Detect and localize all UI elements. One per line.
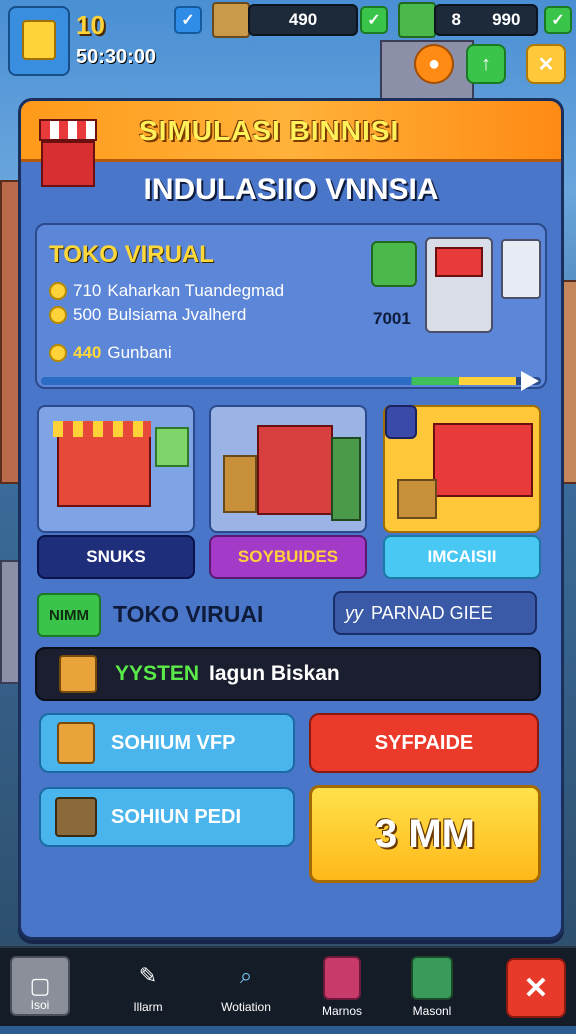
category-label[interactable]: SNUKS bbox=[37, 535, 195, 579]
nav-label: Marnos bbox=[321, 1004, 362, 1018]
store-stat-box: yy PARNAD GIEE bbox=[333, 591, 537, 635]
close-hud-button[interactable]: ✕ bbox=[526, 44, 566, 84]
nav-label: Wotiation bbox=[221, 1000, 271, 1014]
store-badge: NIMM bbox=[37, 593, 101, 637]
info-line: 500 Bulsiama Jvalherd bbox=[49, 305, 246, 325]
check-icon[interactable]: ✓ bbox=[544, 6, 572, 34]
sohium-vfp-button[interactable]: SOHIUM VFP bbox=[39, 713, 295, 773]
category-soybuides[interactable]: SOYBUIDES bbox=[209, 405, 367, 583]
syfpaide-button[interactable]: SYFPAIDE bbox=[309, 713, 539, 773]
category-image bbox=[383, 405, 541, 533]
nav-item-isoi[interactable]: ▢ Isoi bbox=[4, 956, 76, 1022]
category-imcaisii[interactable]: IMCAISII bbox=[383, 405, 541, 583]
search-icon: ⌕ bbox=[239, 963, 253, 988]
system-highlight: YYSTEN bbox=[115, 662, 200, 685]
check-icon[interactable]: ✓ bbox=[360, 6, 388, 34]
progress-bar bbox=[41, 377, 541, 385]
coin-icon bbox=[49, 306, 67, 324]
panel-title: SIMULASI BINNISI bbox=[139, 115, 400, 146]
progress-fill bbox=[41, 377, 516, 385]
resource2-box: 8 990 bbox=[434, 4, 538, 36]
close-button[interactable]: ✕ bbox=[506, 958, 566, 1018]
info-value: 440 bbox=[73, 343, 102, 362]
info-line: 440 Gunbani bbox=[49, 343, 172, 363]
coin-icon bbox=[49, 344, 67, 362]
info-text: Bulsiama Jvalherd bbox=[107, 305, 247, 324]
store-name: TOKO VIRUAI bbox=[113, 601, 264, 627]
info-text: Gunbani bbox=[107, 343, 172, 362]
resource1-value: 490 bbox=[288, 10, 318, 29]
info-text: Kaharkan Tuandegmad bbox=[107, 281, 285, 300]
box-icon bbox=[59, 655, 97, 693]
upgrade-button[interactable]: ↑ bbox=[466, 44, 506, 84]
info-value: 500 bbox=[73, 305, 102, 324]
category-image bbox=[37, 405, 195, 533]
button-label: SOHIUN PEDI bbox=[111, 805, 242, 828]
category-label[interactable]: IMCAISII bbox=[383, 535, 541, 579]
card-icon bbox=[323, 956, 361, 1000]
business-panel: SIMULASI BINNISI INDULASIIO VNNSIA TOKO … bbox=[18, 98, 564, 940]
nav-label: Masonl bbox=[412, 1004, 452, 1018]
buy-3mm-button[interactable]: 3 MM bbox=[309, 785, 541, 883]
stat-prefix: yy bbox=[345, 602, 363, 623]
nav-item-illarm[interactable]: ✎ Illarm bbox=[112, 956, 184, 1022]
coin-button[interactable]: ● bbox=[414, 44, 454, 84]
system-text: Iagun Biskan bbox=[209, 662, 340, 685]
top-hud: 10 50:30:00 ✓ 490 ✓ 8 990 ✓ ● ↑ ✕ bbox=[0, 0, 576, 96]
info-value: 710 bbox=[73, 281, 102, 300]
register-icon bbox=[425, 237, 493, 333]
player-avatar[interactable] bbox=[8, 6, 70, 76]
level-number: 10 bbox=[76, 10, 105, 40]
nav-item-masonl[interactable]: Masonl bbox=[396, 956, 468, 1022]
nav-item-wotiation[interactable]: ⌕ Wotiation bbox=[210, 956, 282, 1022]
treasure-icon bbox=[55, 797, 97, 837]
coin-icon bbox=[49, 282, 67, 300]
store-info-card: TOKO VIRUAL 710 Kaharkan Tuandegmad 500 … bbox=[35, 223, 547, 391]
resource2-b: 990 bbox=[492, 10, 521, 29]
resource2-a: 8 bbox=[451, 10, 461, 29]
category-label[interactable]: SOYBUIDES bbox=[209, 535, 367, 579]
button-label: 3 MM bbox=[375, 811, 475, 856]
shop-icon bbox=[22, 20, 56, 60]
cash-stack-icon bbox=[371, 241, 417, 287]
bottom-nav: ▢ Isoi ✎ Illarm ⌕ Wotiation Marnos Mason… bbox=[0, 946, 576, 1026]
check-icon[interactable]: ✓ bbox=[174, 6, 202, 34]
stat-text: PARNAD GIEE bbox=[371, 602, 493, 623]
button-label: SOHIUM VFP bbox=[111, 731, 236, 754]
crate-icon bbox=[212, 2, 250, 38]
category-image bbox=[209, 405, 367, 533]
nav-item-marnos[interactable]: Marnos bbox=[306, 956, 378, 1022]
map-icon bbox=[411, 956, 453, 1000]
money-icon bbox=[398, 2, 436, 38]
cabinet-icon bbox=[57, 722, 95, 764]
pencil-icon: ✎ bbox=[138, 963, 158, 988]
atm-icon bbox=[501, 239, 541, 299]
store-row: NIMM TOKO VIRUAI yy PARNAD GIEE bbox=[35, 591, 541, 637]
store-title: TOKO VIRUAL bbox=[49, 241, 214, 268]
category-snuks[interactable]: SNUKS bbox=[37, 405, 195, 583]
panel-subtitle: INDULASIIO VNNSIA bbox=[143, 173, 439, 206]
system-row: YYSTEN Iagun Biskan bbox=[35, 647, 541, 701]
button-label: SYFPAIDE bbox=[374, 731, 474, 754]
timer-text: 50:30:00 bbox=[76, 46, 157, 68]
price-value: 7001 bbox=[373, 309, 411, 328]
resource1-box: 490 bbox=[248, 4, 358, 36]
panel-header: SIMULASI BINNISI bbox=[21, 101, 561, 187]
play-arrow-icon[interactable] bbox=[521, 371, 539, 391]
nav-label: Isoi bbox=[30, 998, 50, 1012]
info-line: 710 Kaharkan Tuandegmad bbox=[49, 281, 284, 301]
sohiun-pedi-button[interactable]: SOHIUN PEDI bbox=[39, 787, 295, 847]
nav-label: Illarm bbox=[133, 1000, 163, 1014]
